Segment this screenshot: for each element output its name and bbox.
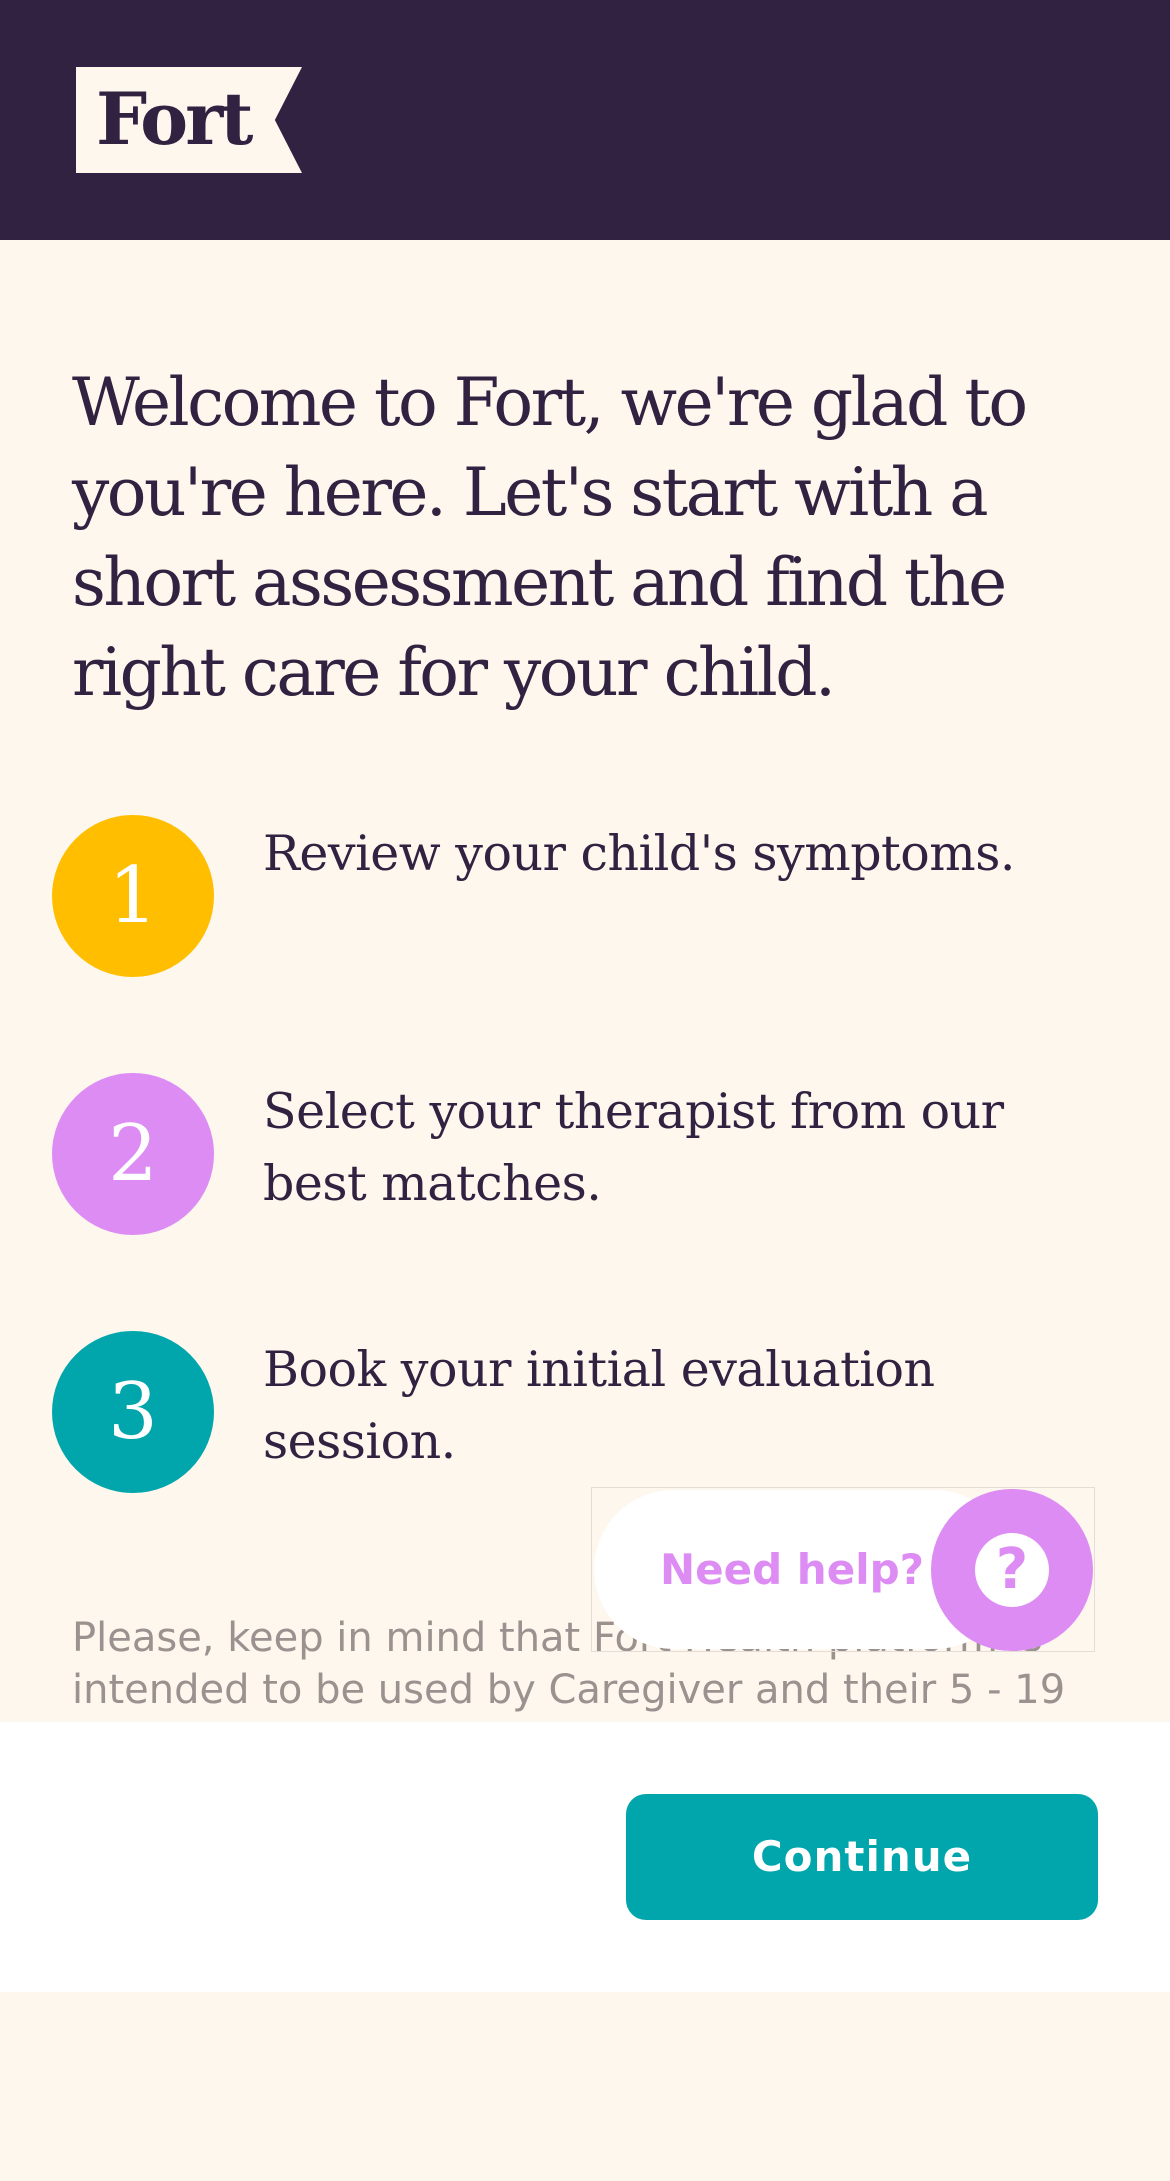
app-header: Fort (0, 0, 1170, 240)
need-help-label[interactable]: Need help? (660, 1490, 924, 1649)
step-number-badge: 1 (52, 815, 214, 977)
step-description: Select your therapist from our best matc… (263, 1083, 1004, 1212)
continue-button[interactable]: Continue (626, 1794, 1098, 1920)
welcome-heading: Welcome to Fort, we're glad to you're he… (72, 364, 1028, 711)
step-number-badge: 3 (52, 1331, 214, 1493)
logo-text: Fort (96, 76, 253, 161)
help-button[interactable]: ? (931, 1489, 1093, 1651)
footer-action-bar: Continue (0, 1722, 1170, 1992)
question-icon: ? (975, 1533, 1049, 1607)
step-number-badge: 2 (52, 1073, 214, 1235)
help-widget[interactable]: Need help? ? (591, 1487, 1095, 1652)
fort-logo[interactable]: Fort (76, 67, 302, 173)
step-1: 1 Review your child's symptoms. (52, 815, 1052, 979)
step-description: Book your initial evaluation session. (263, 1341, 935, 1470)
step-description: Review your child's symptoms. (263, 825, 1015, 882)
step-3: 3 Book your initial evaluation session. (52, 1331, 1052, 1495)
step-2: 2 Select your therapist from our best ma… (52, 1073, 1052, 1237)
